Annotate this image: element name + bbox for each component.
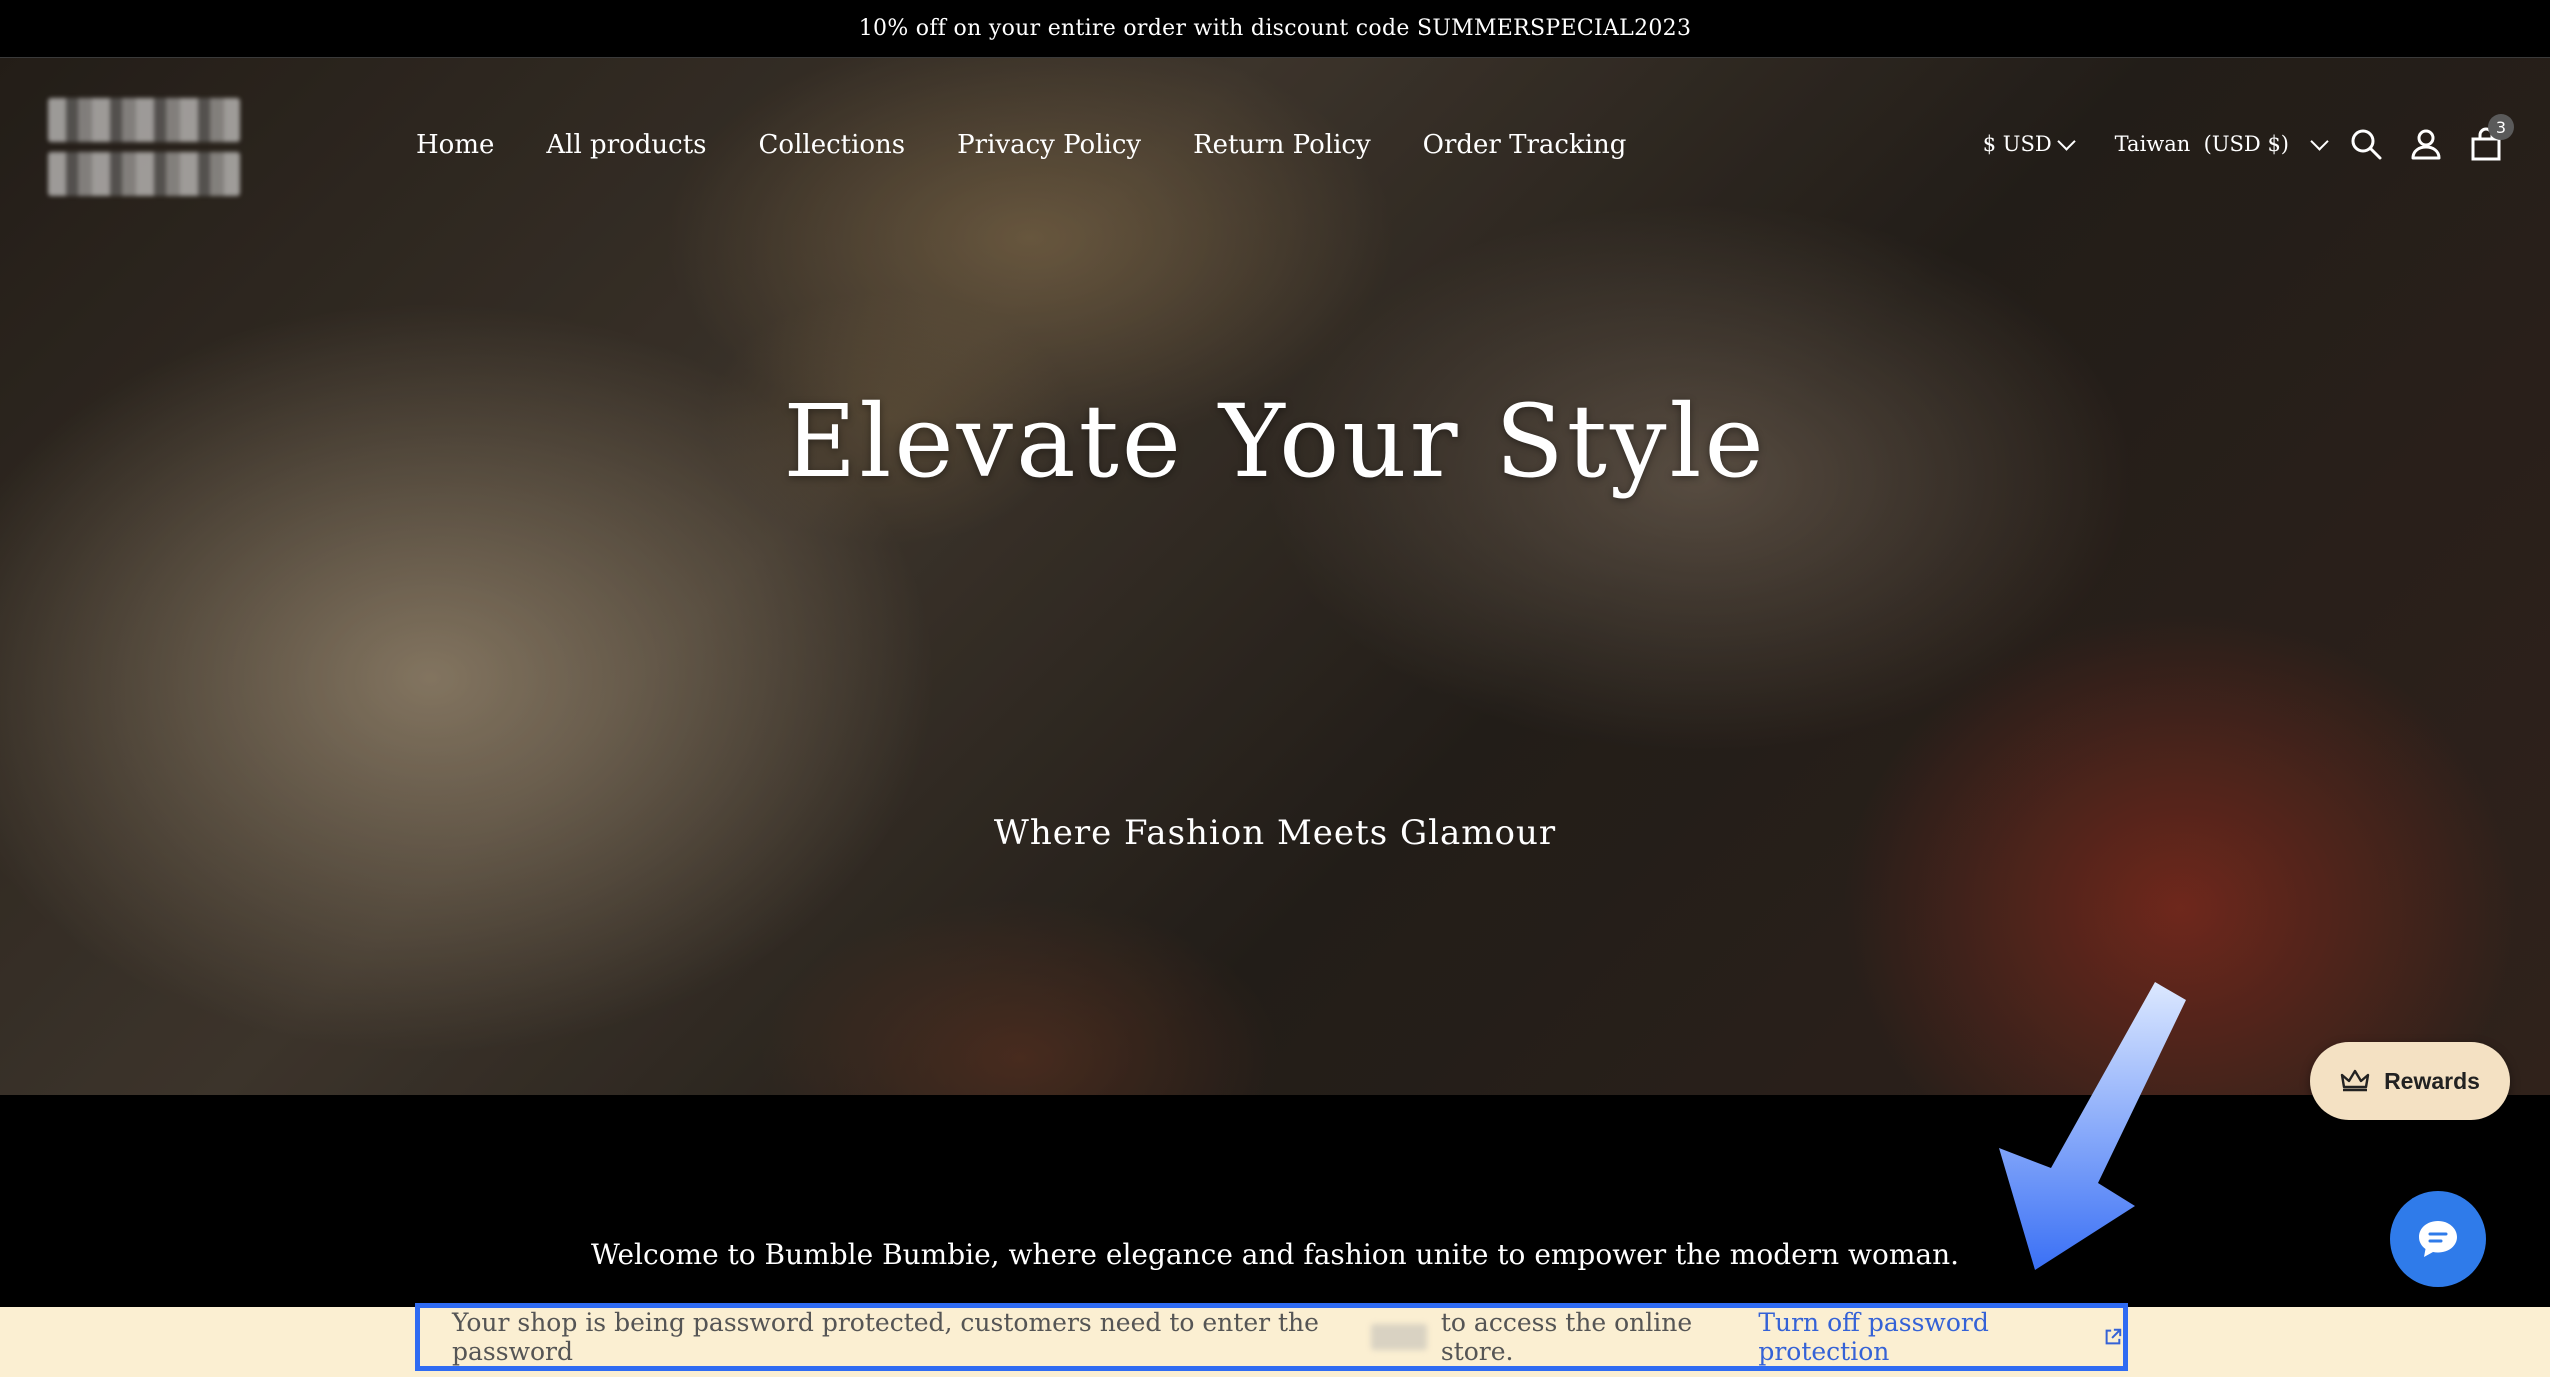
hero-banner: Home All products Collections Privacy Po… — [0, 58, 2550, 1095]
crown-icon — [2340, 1069, 2370, 1092]
logo-line-2 — [48, 152, 240, 196]
nav-all-products[interactable]: All products — [546, 130, 706, 160]
hero-title: Elevate Your Style — [783, 383, 1767, 500]
hero-overlay — [0, 58, 2550, 1095]
currency-label: $ USD — [1982, 132, 2052, 156]
password-notice-text: Your shop is being password protected, c… — [452, 1308, 1319, 1366]
main-nav: Home All products Collections Privacy Po… — [416, 130, 1626, 160]
turn-off-password-label: Turn off password protection — [1758, 1308, 1989, 1366]
chevron-down-icon — [2310, 131, 2329, 151]
nav-collections[interactable]: Collections — [759, 130, 906, 160]
header-tools: $ USD Taiwan (USD $) 3 — [1982, 114, 2514, 164]
store-logo[interactable] — [48, 98, 240, 202]
rewards-button[interactable]: Rewards — [2310, 1042, 2510, 1120]
password-notice: Your shop is being password protected, c… — [415, 1303, 2128, 1371]
nav-return-policy[interactable]: Return Policy — [1193, 130, 1371, 160]
external-link-icon — [2105, 1328, 2122, 1345]
country-label: Taiwan (USD $) — [2114, 132, 2289, 156]
nav-order-tracking[interactable]: Order Tracking — [1423, 130, 1627, 160]
turn-off-password-link[interactable]: Turn off password protection — [1758, 1308, 2123, 1366]
search-icon[interactable] — [2346, 124, 2386, 164]
account-icon[interactable] — [2406, 124, 2446, 164]
announcement-text: 10% off on your entire order with discou… — [858, 16, 1692, 41]
currency-selector[interactable]: $ USD — [1982, 131, 2076, 156]
password-value-masked — [1370, 1324, 1427, 1350]
cart-count-badge: 3 — [2488, 114, 2514, 140]
announcement-bar: 10% off on your entire order with discou… — [0, 0, 2550, 58]
cart-icon[interactable]: 3 — [2466, 114, 2514, 164]
nav-privacy-policy[interactable]: Privacy Policy — [957, 130, 1141, 160]
password-notice-text-2: to access the online store. — [1440, 1308, 1693, 1366]
annotation-arrow-icon — [1999, 982, 2186, 1270]
hero-subtitle: Where Fashion Meets Glamour — [993, 813, 1557, 853]
logo-line-1 — [48, 98, 240, 142]
rewards-label: Rewards — [2384, 1067, 2480, 1094]
nav-home[interactable]: Home — [416, 130, 494, 160]
chevron-down-icon — [2056, 131, 2076, 151]
country-selector[interactable]: Taiwan (USD $) — [2114, 131, 2329, 156]
chat-bubble-icon — [2419, 1221, 2457, 1257]
chat-button[interactable] — [2390, 1191, 2486, 1287]
